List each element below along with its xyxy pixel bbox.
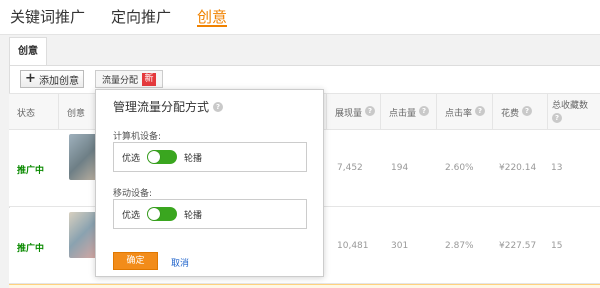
mobile-device-options: 优选 轮播 [113,199,307,229]
header-clicks: 点击量 ? [381,94,437,129]
help-icon[interactable]: ? [213,101,224,112]
header-cost: 花费 ? [493,94,548,129]
clicks-value: 301 [391,241,409,251]
tab-targeted-promotion[interactable]: 定向推广 [111,0,171,29]
tab-creative[interactable]: 创意 [197,0,228,29]
mobile-device-label: 移动设备: [113,189,153,199]
traffic-allocation-popup: 管理流量分配方式 ? 计算机设备: 优选 轮播 移动设备: 优选 轮播 确定 取… [95,89,324,277]
computer-device-toggle[interactable] [147,150,178,164]
help-icon[interactable]: ? [419,106,430,116]
header-status: 状态 [9,94,59,129]
ctr-value: 2.60% [445,163,474,173]
help-icon[interactable]: ? [552,113,562,123]
sub-tab-creative[interactable]: 创意 [9,37,47,66]
computer-device-options: 优选 轮播 [113,142,307,172]
toggle-knob [148,151,161,163]
traffic-allocation-button[interactable]: 流量分配 新 [95,70,163,88]
help-icon[interactable]: ? [365,106,376,116]
rotate-label: 轮播 [184,153,203,164]
header-ctr: 点击率 ? [437,94,493,129]
toggle-knob [148,208,161,220]
header-ctr-label: 点击率 [445,109,473,119]
clicks-value: 194 [391,163,409,173]
impressions-value: 10,481 [337,241,369,251]
header-impressions: 展现量 ? [327,94,381,129]
popup-title: 管理流量分配方式 ? [113,98,224,115]
help-icon[interactable]: ? [475,106,486,116]
header-status-label: 状态 [17,109,36,119]
help-icon[interactable]: ? [522,106,533,116]
status-text: 推广中 [17,244,45,254]
computer-device-label: 计算机设备: [113,132,162,142]
tab-keyword-promotion[interactable]: 关键词推广 [10,0,85,29]
header-cost-label: 花费 [501,109,520,119]
add-creative-button[interactable]: + 添加创意 [20,70,84,88]
confirm-button[interactable]: 确定 [113,252,158,270]
header-favorites-label: 总收藏数 [552,101,589,111]
header-impressions-label: 展现量 [335,109,363,119]
rotate-label: 轮播 [184,210,203,221]
traffic-allocation-label: 流量分配 [102,75,139,86]
status-text: 推广中 [17,166,45,176]
row-highlight [9,284,600,288]
new-badge: 新 [142,73,156,86]
add-creative-label: 添加创意 [38,75,79,87]
optimize-label: 优选 [122,153,141,164]
mobile-device-toggle[interactable] [147,207,178,221]
popup-title-text: 管理流量分配方式 [113,100,210,114]
plus-icon: + [25,71,36,86]
header-clicks-label: 点击量 [389,109,417,119]
header-creative-label: 创意 [67,109,86,119]
optimize-label: 优选 [122,210,141,221]
header-favorites: 总收藏数 ? [548,94,600,129]
cost-value: ¥220.14 [499,163,537,173]
top-nav-tabs: 关键词推广 定向推广 创意 [0,0,600,32]
page: 关键词推广 定向推广 创意 创意 + 添加创意 流量分配 新 状态 创意 展现量… [0,0,600,288]
favorites-value: 15 [551,241,563,251]
cancel-link[interactable]: 取消 [171,256,189,269]
favorites-value: 13 [551,163,563,173]
ctr-value: 2.87% [445,241,474,251]
impressions-value: 7,452 [337,163,363,173]
cost-value: ¥227.57 [499,241,537,251]
